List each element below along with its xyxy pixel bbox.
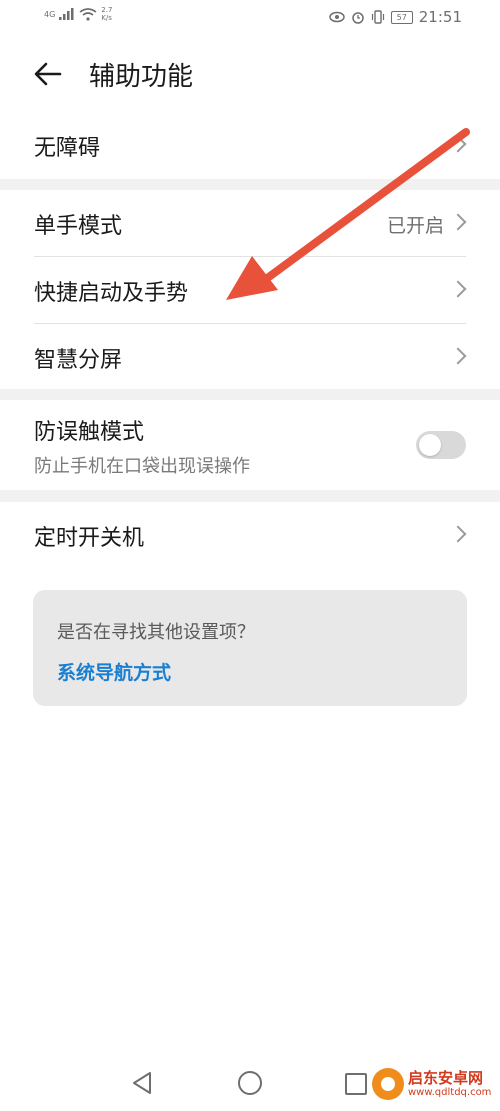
row-accessibility-title: 无障碍 bbox=[34, 136, 101, 161]
row-shortcuts-gestures[interactable]: 快捷启动及手势 bbox=[0, 257, 500, 324]
row-one-handed[interactable]: 单手模式 已开启 bbox=[0, 190, 500, 257]
watermark-url: www.qdltdq.com bbox=[408, 1086, 492, 1098]
app-header: 辅助功能 bbox=[0, 36, 500, 112]
triangle-back-icon[interactable] bbox=[131, 1071, 153, 1095]
chevron-right-icon bbox=[449, 347, 467, 365]
watermark-name: 启东安卓网 bbox=[408, 1068, 484, 1087]
suggestion-card: 是否在寻找其他设置项？ 系统导航方式 bbox=[33, 590, 467, 706]
arrow-left-icon[interactable] bbox=[32, 58, 64, 90]
row-one-handed-title: 单手模式 bbox=[34, 214, 123, 239]
row-accessibility[interactable]: 无障碍 bbox=[0, 112, 500, 179]
row-one-handed-status: 已开启 bbox=[386, 215, 444, 237]
suggestion-link-navigation[interactable]: 系统导航方式 bbox=[57, 658, 171, 685]
net-speed-unit: K/s bbox=[101, 14, 112, 22]
toggle-knob bbox=[419, 434, 441, 456]
vibrate-icon bbox=[371, 10, 384, 24]
status-bar: 4G 2.7 K/s 57 21:51 bbox=[0, 0, 500, 36]
row-split-screen-title: 智慧分屏 bbox=[34, 348, 123, 373]
pocket-mode-toggle[interactable] bbox=[416, 431, 466, 459]
chevron-right-icon bbox=[449, 135, 467, 153]
chevron-right-icon bbox=[449, 525, 467, 543]
suggestion-question: 是否在寻找其他设置项？ bbox=[57, 622, 255, 643]
eye-icon bbox=[329, 11, 345, 23]
wifi-icon bbox=[79, 7, 97, 21]
row-pocket-mode-subtitle: 防止手机在口袋出现误操作 bbox=[34, 456, 250, 477]
row-scheduled-power[interactable]: 定时开关机 bbox=[0, 502, 500, 569]
section-accessibility: 无障碍 bbox=[0, 112, 500, 179]
section-gestures: 单手模式 已开启 快捷启动及手势 智慧分屏 bbox=[0, 190, 500, 389]
row-shortcuts-title: 快捷启动及手势 bbox=[34, 281, 189, 306]
page-title: 辅助功能 bbox=[89, 62, 194, 92]
alarm-icon bbox=[352, 12, 364, 24]
square-recent-icon[interactable] bbox=[345, 1073, 367, 1095]
net-speed: 2.7 K/s bbox=[101, 6, 112, 22]
signal-icon bbox=[59, 8, 74, 20]
watermark-logo-icon bbox=[372, 1068, 404, 1100]
row-scheduled-power-title: 定时开关机 bbox=[34, 526, 145, 551]
chevron-right-icon bbox=[449, 213, 467, 231]
net-speed-value: 2.7 bbox=[101, 6, 113, 14]
section-pocket-mode: 防误触模式 防止手机在口袋出现误操作 bbox=[0, 400, 500, 490]
battery-icon: 57 bbox=[390, 10, 413, 24]
circle-home-icon[interactable] bbox=[238, 1071, 262, 1095]
signal-label: 4G bbox=[44, 9, 56, 19]
watermark: 启东安卓网 www.qdltdq.com bbox=[372, 1068, 491, 1100]
row-pocket-mode-title: 防误触模式 bbox=[34, 420, 145, 445]
row-pocket-mode: 防误触模式 防止手机在口袋出现误操作 bbox=[0, 400, 500, 500]
clock: 21:51 bbox=[418, 8, 462, 26]
row-split-screen[interactable]: 智慧分屏 bbox=[0, 324, 500, 391]
chevron-right-icon bbox=[449, 280, 467, 298]
